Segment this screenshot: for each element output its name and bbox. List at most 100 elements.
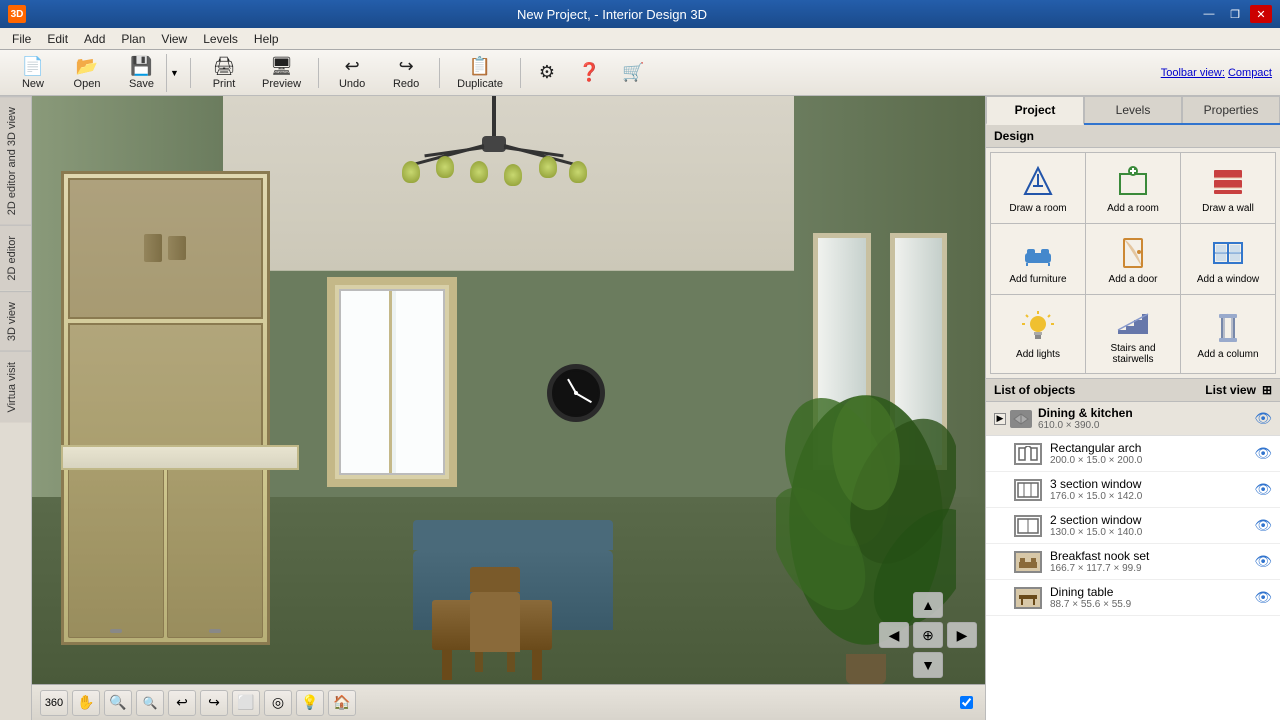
select-icon: ⬜	[237, 694, 254, 711]
preview-icon: 🖥	[270, 56, 293, 77]
select-button[interactable]: ⬜	[232, 690, 260, 716]
undo-view-button[interactable]: ↩	[168, 690, 196, 716]
save-button[interactable]: 💾 Save	[116, 54, 166, 92]
tab-properties[interactable]: Properties	[1182, 96, 1280, 123]
undo-button[interactable]: ↩ Undo	[327, 54, 377, 92]
toolbar-sep-4	[520, 58, 521, 88]
nav-up[interactable]: ▲	[913, 592, 943, 618]
object-group-dining[interactable]: ▶ Dining & kitchen 610.0 × 390.0 👁	[986, 402, 1280, 436]
nook-dims: 166.7 × 117.7 × 99.9	[1050, 563, 1254, 574]
toolbar-sep-2	[318, 58, 319, 88]
object-item-window2[interactable]: 2 section window 130.0 × 15.0 × 140.0 👁	[986, 508, 1280, 544]
nav-center[interactable]: ⊕	[913, 622, 943, 648]
add-column-button[interactable]: Add a column	[1181, 295, 1275, 373]
wall-clock	[547, 364, 605, 422]
object-item-window3[interactable]: 3 section window 176.0 × 15.0 × 142.0 👁	[986, 472, 1280, 508]
bulb-5	[539, 156, 557, 178]
window2-visibility-toggle[interactable]: 👁	[1254, 517, 1272, 534]
group-visibility-toggle[interactable]: 👁	[1254, 410, 1272, 427]
group-3d-icon	[1010, 410, 1032, 428]
table-visibility-toggle[interactable]: 👁	[1254, 589, 1272, 606]
zoom-out-button[interactable]: 🔍	[104, 690, 132, 716]
redo-button[interactable]: ↪ Redo	[381, 54, 431, 92]
add-lights-button[interactable]: Add lights	[991, 295, 1085, 373]
arch-icon	[1014, 443, 1042, 465]
open-button[interactable]: 📂 Open	[62, 54, 112, 92]
add-window-icon	[1210, 234, 1246, 270]
group-dims: 610.0 × 390.0	[1038, 420, 1254, 431]
new-button[interactable]: 📄 New	[8, 54, 58, 92]
list-view-button[interactable]: List view ⊞	[1205, 383, 1272, 397]
close-button[interactable]: ✕	[1250, 5, 1272, 23]
add-window-button[interactable]: Add a window	[1181, 224, 1275, 294]
clock-face	[554, 371, 598, 415]
window3-info: 3 section window 176.0 × 15.0 × 142.0	[1050, 477, 1254, 502]
store-button[interactable]: 🛒	[613, 54, 653, 92]
menu-file[interactable]: File	[4, 30, 39, 48]
menu-view[interactable]: View	[153, 30, 195, 48]
pan-button[interactable]: ✋	[72, 690, 100, 716]
minimize-button[interactable]: —	[1198, 5, 1220, 23]
preview-button[interactable]: 🖥 Preview	[253, 54, 310, 92]
design-section-header: Design	[986, 125, 1280, 148]
tab-3d[interactable]: 3D view	[0, 291, 31, 351]
orbit-button[interactable]: ◎	[264, 690, 292, 716]
nav-right[interactable]: ▶	[947, 622, 977, 648]
gear-icon: ⚙	[539, 62, 555, 83]
add-door-icon	[1115, 234, 1151, 270]
settings-button[interactable]: ⚙	[529, 54, 565, 92]
tab-project[interactable]: Project	[986, 96, 1084, 125]
menu-levels[interactable]: Levels	[195, 30, 246, 48]
menu-plan[interactable]: Plan	[113, 30, 153, 48]
redo-view-button[interactable]: ↪	[200, 690, 228, 716]
nav-down[interactable]: ▼	[913, 652, 943, 678]
menu-help[interactable]: Help	[246, 30, 287, 48]
add-room-button[interactable]: Add a room	[1086, 153, 1180, 223]
add-furniture-button[interactable]: Add furniture	[991, 224, 1085, 294]
nook-visibility-toggle[interactable]: 👁	[1254, 553, 1272, 570]
object-item-arch[interactable]: Rectangular arch 200.0 × 15.0 × 200.0 👁	[986, 436, 1280, 472]
compact-link[interactable]: Compact	[1228, 67, 1272, 79]
canvas-area[interactable]: ▲ ◀ ⊕ ▶ ▼ 360 ✋	[32, 96, 985, 720]
table-leg-1	[442, 650, 452, 680]
light-button[interactable]: 💡	[296, 690, 324, 716]
transparent-walls-checkbox[interactable]	[960, 696, 973, 709]
tab-2d[interactable]: 2D editor	[0, 225, 31, 291]
left-tabs: 2D editor and 3D view 2D editor 3D view …	[0, 96, 32, 720]
arch-visibility-toggle[interactable]: 👁	[1254, 445, 1272, 462]
home-button[interactable]: 🏠	[328, 690, 356, 716]
duplicate-button[interactable]: 📋 Duplicate	[448, 54, 512, 92]
bulb-4	[504, 164, 522, 186]
window3-visibility-toggle[interactable]: 👁	[1254, 481, 1272, 498]
draw-room-button[interactable]: Draw a room	[991, 153, 1085, 223]
tab-virtual[interactable]: Virtua visit	[0, 351, 31, 423]
toolbar-sep-3	[439, 58, 440, 88]
save-icon: 💾	[130, 56, 152, 77]
tab-levels[interactable]: Levels	[1084, 96, 1182, 123]
draw-wall-button[interactable]: Draw a wall	[1181, 153, 1275, 223]
help-button[interactable]: ❓	[569, 54, 609, 92]
list-view-icon: ⊞	[1262, 383, 1272, 397]
object-list[interactable]: ▶ Dining & kitchen 610.0 × 390.0 👁 Recta…	[986, 402, 1280, 720]
object-item-table[interactable]: Dining table 88.7 × 55.6 × 55.9 👁	[986, 580, 1280, 616]
print-button[interactable]: 🖨 Print	[199, 54, 249, 92]
nav-left[interactable]: ◀	[879, 622, 909, 648]
menubar: File Edit Add Plan View Levels Help	[0, 28, 1280, 50]
menu-edit[interactable]: Edit	[39, 30, 76, 48]
menu-add[interactable]: Add	[76, 30, 113, 48]
restore-button[interactable]: ❐	[1224, 5, 1246, 23]
bulb-3	[470, 161, 488, 183]
cabinet-shelf-1	[68, 178, 264, 319]
duplicate-icon: 📋	[469, 56, 491, 77]
save-dropdown[interactable]: ▼	[166, 54, 182, 92]
home-icon: 🏠	[333, 694, 350, 711]
stairs-button[interactable]: Stairs and stairwells	[1086, 295, 1180, 373]
object-item-nook[interactable]: Breakfast nook set 166.7 × 117.7 × 99.9 …	[986, 544, 1280, 580]
zoom-in-button[interactable]: 🔍	[136, 690, 164, 716]
add-door-button[interactable]: Add a door	[1086, 224, 1180, 294]
chandelier-hub	[482, 136, 506, 152]
zoom-out-icon: 🔍	[109, 694, 126, 711]
360-button[interactable]: 360	[40, 690, 68, 716]
arch-name: Rectangular arch	[1050, 441, 1254, 455]
tab-2d-3d[interactable]: 2D editor and 3D view	[0, 96, 31, 225]
